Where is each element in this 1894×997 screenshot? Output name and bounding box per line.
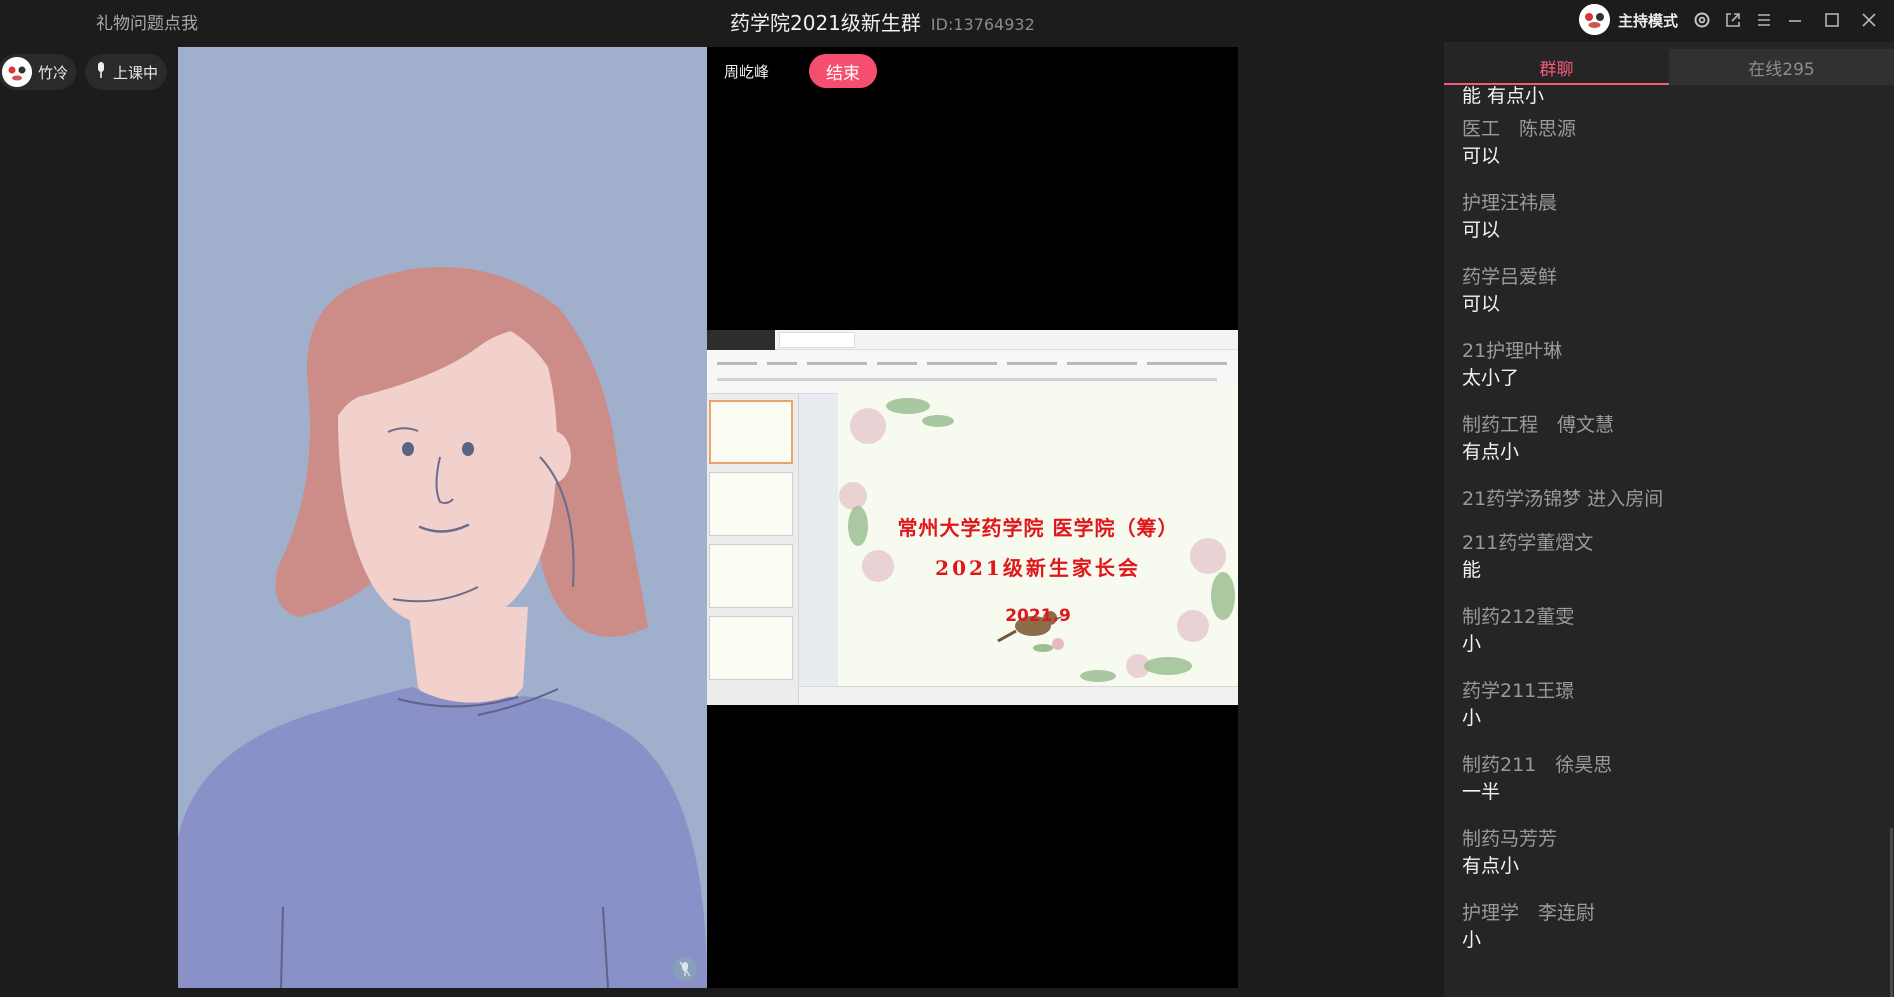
maximize-icon[interactable] <box>1821 8 1843 32</box>
presenter-avatar-illustration <box>178 47 707 988</box>
slide-thumbnail <box>709 472 793 536</box>
message-text: 可以 <box>1462 293 1501 315</box>
slide-date: 2021.9 <box>1005 606 1071 626</box>
room-id: ID:13764932 <box>930 15 1035 34</box>
chat-message: 医工 陈思源 可以 <box>1462 116 1576 170</box>
chat-scrollbar[interactable] <box>1890 828 1893 997</box>
room-title: 药学院2021级新生群 <box>730 11 921 35</box>
tab-online-label: 在线295 <box>1748 59 1815 80</box>
room-title-wrap: 药学院2021级新生群 ID:13764932 <box>730 7 1035 36</box>
class-status-label: 上课中 <box>113 63 159 82</box>
message-sender: 护理学 李连尉 <box>1462 902 1596 924</box>
message-text: 一半 <box>1462 781 1501 803</box>
slide-thumbnails <box>707 394 799 705</box>
chat-message-list[interactable]: 能 有点小 医工 陈思源 可以 护理汪祎晨 可以 药学吕爱鲜 可以 21护理叶琳… <box>1444 85 1894 997</box>
message-sender: 药学吕爱鲜 <box>1462 266 1558 288</box>
user-chip[interactable]: 竹冷 <box>0 54 76 90</box>
video-panel[interactable] <box>178 47 707 988</box>
message-sender: 药学211王璟 <box>1462 680 1575 702</box>
shared-window-statusbar <box>799 686 1238 705</box>
chat-message: 制药马芳芳 有点小 <box>1462 826 1557 880</box>
slide-title-line2: 2021级新生家长会 <box>935 556 1141 580</box>
chat-message: 护理学 李连尉 小 <box>1462 900 1595 954</box>
minimize-icon[interactable] <box>1784 8 1806 32</box>
host-avatar[interactable] <box>1579 4 1610 35</box>
shared-window-tab <box>779 332 855 348</box>
chat-message: 药学吕爱鲜 可以 <box>1462 264 1557 318</box>
chat-message: 能 有点小 <box>1462 85 1544 110</box>
message-sender: 医工 陈思源 <box>1462 118 1577 140</box>
tab-online[interactable]: 在线295 <box>1669 49 1894 85</box>
close-icon[interactable] <box>1858 8 1880 32</box>
end-button[interactable]: 结束 <box>809 54 877 88</box>
chat-message: 制药工程 傅文慧 有点小 <box>1462 412 1614 466</box>
slide-title-line1: 常州大学药学院 医学院（筹） <box>897 516 1179 540</box>
presenter-name: 周屹峰 <box>724 63 770 81</box>
message-text: 能 <box>1462 559 1482 581</box>
gift-issue-link[interactable]: 礼物问题点我 <box>96 9 198 34</box>
app-window: 礼物问题点我 药学院2021级新生群 ID:13764932 主持模式 竹冷 上… <box>0 0 1894 997</box>
chat-message: 制药212董雯 小 <box>1462 604 1574 658</box>
host-mode-label[interactable]: 主持模式 <box>1618 10 1678 31</box>
message-text: 太小了 <box>1462 367 1520 389</box>
user-name: 竹冷 <box>38 63 69 82</box>
mic-muted-icon[interactable] <box>673 957 697 981</box>
tab-group-chat[interactable]: 群聊 <box>1444 49 1669 85</box>
message-sender: 制药马芳芳 <box>1462 828 1558 850</box>
menu-icon[interactable] <box>1753 8 1775 32</box>
chat-message: 211药学董熠文 能 <box>1462 530 1593 584</box>
chat-message: 制药211 徐昊思 一半 <box>1462 752 1612 806</box>
message-text: 有点小 <box>1462 855 1520 877</box>
message-text: 小 <box>1462 929 1482 951</box>
message-text: 可以 <box>1462 219 1501 241</box>
slide-thumbnail <box>709 544 793 608</box>
settings-icon[interactable] <box>1691 8 1713 32</box>
chat-panel: 群聊 在线295 能 有点小 医工 陈思源 可以 护理汪祎晨 可以 药学吕爱鲜 … <box>1444 42 1894 997</box>
message-sender: 21护理叶琳 <box>1462 340 1563 362</box>
chat-message: 21护理叶琳 太小了 <box>1462 338 1562 392</box>
message-text: 小 <box>1462 633 1482 655</box>
slide-thumbnail <box>709 400 793 464</box>
message-sender: 21药学汤锦梦 进入房间 <box>1462 488 1664 510</box>
message-sender: 护理汪祎晨 <box>1462 192 1558 214</box>
chat-system-message: 21药学汤锦梦 进入房间 <box>1462 486 1663 512</box>
shared-window-dark-strip <box>707 330 775 350</box>
chat-message: 护理汪祎晨 可以 <box>1462 190 1557 244</box>
tab-group-chat-label: 群聊 <box>1539 59 1574 80</box>
shared-screen: 常州大学药学院 医学院（筹） 2021级新生家长会 2021.9 <box>707 330 1238 705</box>
chat-message: 药学211王璟 小 <box>1462 678 1574 732</box>
message-text: 可以 <box>1462 145 1501 167</box>
mic-icon <box>95 61 107 83</box>
message-sender: 制药212董雯 <box>1462 606 1575 628</box>
user-avatar <box>2 57 32 87</box>
message-sender: 211药学董熠文 <box>1462 532 1594 554</box>
popout-icon[interactable] <box>1722 8 1744 32</box>
message-sender: 制药211 徐昊思 <box>1462 754 1613 776</box>
message-text: 小 <box>1462 707 1482 729</box>
message-text: 有点小 <box>1462 441 1520 463</box>
class-status-chip: 上课中 <box>85 54 167 90</box>
message-sender: 制药工程 傅文慧 <box>1462 414 1615 436</box>
chat-tabs: 群聊 在线295 <box>1444 49 1894 85</box>
slide-thumbnail <box>709 616 793 680</box>
current-slide: 常州大学药学院 医学院（筹） 2021级新生家长会 2021.9 <box>838 386 1238 686</box>
title-bar: 礼物问题点我 药学院2021级新生群 ID:13764932 主持模式 <box>0 0 1894 42</box>
message-text: 能 有点小 <box>1462 85 1545 107</box>
